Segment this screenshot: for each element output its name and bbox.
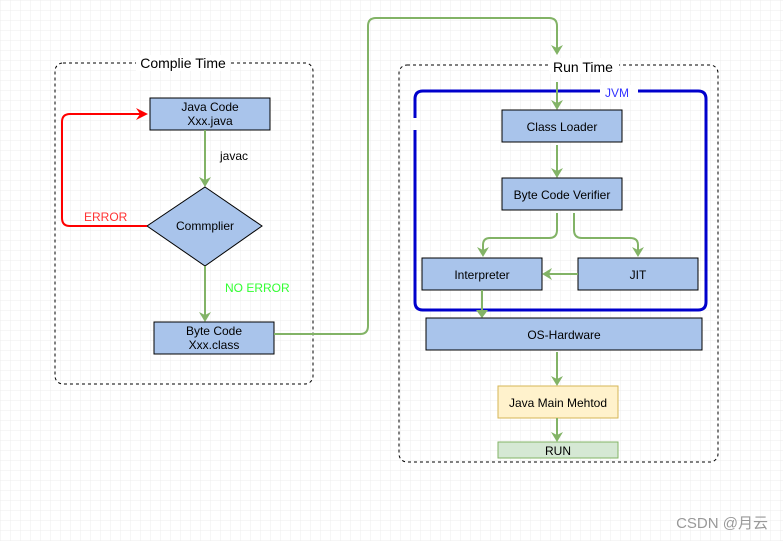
byte-code-label: Byte Code <box>186 324 242 338</box>
java-code-file: Xxx.java <box>187 114 233 128</box>
watermark: CSDN @月云 <box>676 515 768 532</box>
error-label: ERROR <box>84 210 128 224</box>
jvm-label: JVM <box>605 86 629 100</box>
compiler-label: Commplier <box>176 219 234 233</box>
class-loader-label: Class Loader <box>527 120 598 134</box>
byte-code-verifier-label: Byte Code Verifier <box>514 188 611 202</box>
byte-code-file: Xxx.class <box>189 338 240 352</box>
run-label: RUN <box>545 444 571 458</box>
jit-label: JIT <box>630 268 647 282</box>
no-error-label: NO ERROR <box>225 281 290 295</box>
diagram-canvas: Complie Time Java Code Xxx.java javac Co… <box>0 0 783 541</box>
java-code-label: Java Code <box>181 100 239 114</box>
run-time-title: Run Time <box>553 59 613 75</box>
javac-label: javac <box>219 149 248 163</box>
compile-time-title: Complie Time <box>140 55 226 71</box>
os-hardware-label: OS-Hardware <box>527 328 601 342</box>
java-main-method-label: Java Main Mehtod <box>509 396 607 410</box>
interpreter-label: Interpreter <box>454 268 509 282</box>
